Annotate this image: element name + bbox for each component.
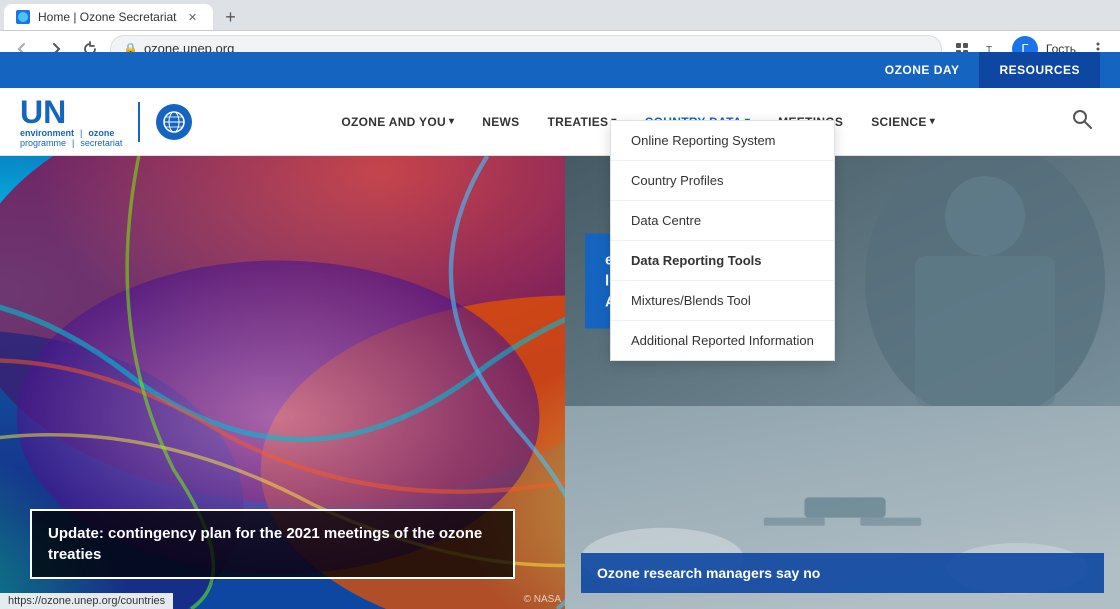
logo-divider-line [138, 102, 140, 142]
hero-left-image: Update: contingency plan for the 2021 me… [0, 156, 565, 609]
logo-circle [156, 104, 192, 140]
browser-tabs: Home | Ozone Secretariat ✕ + [0, 0, 1120, 30]
active-tab[interactable]: Home | Ozone Secretariat ✕ [4, 4, 213, 30]
chevron-down-icon-science: ▾ [930, 116, 935, 127]
bottom-news-title: Ozone research managers say no [597, 565, 1088, 581]
dropdown-data-reporting[interactable]: Data Reporting Tools [611, 241, 834, 281]
logo-un: UN [20, 96, 66, 128]
logo-subtitle1: environment [20, 128, 74, 138]
status-url: https://ozone.unep.org/countries [8, 595, 165, 607]
website: OZONE DAY RESOURCES UN environment | ozo… [0, 52, 1120, 609]
hero-section: Update: contingency plan for the 2021 me… [0, 156, 1120, 609]
logo-divider2: | [72, 138, 74, 148]
logo-subtitle3: ozone [88, 128, 114, 138]
browser-chrome: Home | Ozone Secretariat ✕ + 🔒 ozone.une… [0, 0, 1120, 52]
dropdown-mixtures-blends[interactable]: Mixtures/Blends Tool [611, 281, 834, 321]
logo-area[interactable]: UN environment | ozone programme | secre… [20, 96, 192, 148]
hero-caption-area: Update: contingency plan for the 2021 me… [30, 509, 515, 579]
top-bar: OZONE DAY RESOURCES [0, 52, 1120, 88]
dropdown-additional-info[interactable]: Additional Reported Information [611, 321, 834, 360]
new-tab-button[interactable]: + [217, 4, 245, 30]
nav-science[interactable]: SCIENCE ▾ [859, 107, 947, 137]
tab-favicon [16, 10, 30, 24]
status-bar: https://ozone.unep.org/countries [0, 593, 173, 609]
resources-button[interactable]: RESOURCES [979, 52, 1100, 88]
bottom-news-card[interactable]: Ozone research managers say no [581, 553, 1104, 593]
nav-ozone-and-you[interactable]: OZONE AND YOU ▾ [329, 107, 466, 137]
dropdown-data-centre[interactable]: Data Centre [611, 201, 834, 241]
dropdown-country-profiles[interactable]: Country Profiles [611, 161, 834, 201]
tab-title: Home | Ozone Secretariat [38, 10, 177, 24]
nasa-credit: © NASA [524, 594, 561, 605]
tab-close-button[interactable]: ✕ [185, 9, 201, 25]
ozone-day-button[interactable]: OZONE DAY [865, 52, 980, 88]
nav-news[interactable]: NEWS [470, 107, 531, 137]
main-nav: UN environment | ozone programme | secre… [0, 88, 1120, 156]
dropdown-online-reporting[interactable]: Online Reporting System [611, 121, 834, 161]
logo-subtitle2: programme [20, 138, 66, 148]
hero-caption-text[interactable]: Update: contingency plan for the 2021 me… [30, 509, 515, 579]
chevron-down-icon: ▾ [449, 116, 454, 127]
logo-subtitle4: secretariat [80, 138, 122, 148]
hero-right-bottom: Ozone research managers say no [565, 406, 1120, 609]
country-data-dropdown: Online Reporting System Country Profiles… [610, 120, 835, 361]
search-button[interactable] [1064, 101, 1100, 142]
logo-divider: | [80, 128, 82, 138]
